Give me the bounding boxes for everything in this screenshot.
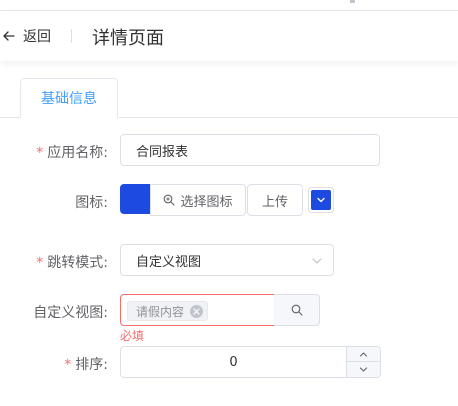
icon-preview-swatch xyxy=(120,184,150,214)
jump-mode-select[interactable]: 自定义视图 xyxy=(120,244,334,276)
chevron-up-icon xyxy=(359,351,368,357)
detail-page: 返回 详情页面 基础信息 * 应用名称: 合同报表 图标: 选择图标 上传 * … xyxy=(0,0,458,406)
sort-label: * 排序: xyxy=(64,354,108,374)
sort-label-text: 排序: xyxy=(75,357,108,373)
color-picker-button[interactable] xyxy=(308,187,334,213)
search-icon xyxy=(164,194,176,206)
chevron-down-icon xyxy=(359,367,368,372)
jump-mode-label: * 跳转模式: xyxy=(36,252,108,272)
select-icon-label: 选择图标 xyxy=(180,194,233,210)
jump-mode-value: 自定义视图 xyxy=(136,254,202,270)
page-header: 返回 详情页面 xyxy=(0,11,458,61)
required-asterisk: * xyxy=(36,145,44,161)
header-divider xyxy=(71,29,72,43)
search-icon xyxy=(291,304,303,316)
tag-close-button[interactable] xyxy=(190,304,204,318)
custom-view-search-button[interactable] xyxy=(274,294,320,326)
icon-label-text: 图标: xyxy=(75,195,108,211)
upload-button[interactable]: 上传 xyxy=(247,184,303,216)
app-name-value: 合同报表 xyxy=(136,144,189,160)
required-asterisk: * xyxy=(64,357,72,373)
tab-basic-info[interactable]: 基础信息 xyxy=(20,78,118,118)
increase-button[interactable] xyxy=(347,347,380,362)
custom-view-tag-label: 请假内容 xyxy=(136,304,185,319)
custom-view-error: 必填 xyxy=(120,329,145,343)
required-asterisk: * xyxy=(36,255,44,271)
back-label: 返回 xyxy=(23,29,51,45)
icon-label: 图标: xyxy=(75,192,108,212)
app-name-label-text: 应用名称: xyxy=(47,145,108,161)
jump-mode-label-text: 跳转模式: xyxy=(47,255,108,271)
color-picker-swatch xyxy=(311,190,331,210)
arrow-left-icon xyxy=(3,31,15,41)
chevron-down-icon xyxy=(312,258,322,264)
app-name-input[interactable]: 合同报表 xyxy=(120,134,380,166)
custom-view-label-text: 自定义视图: xyxy=(33,305,108,321)
top-edge-mark xyxy=(350,0,355,3)
sort-value: 0 xyxy=(229,354,238,370)
sort-stepper xyxy=(346,347,380,377)
upload-label: 上传 xyxy=(261,194,288,210)
select-icon-button[interactable]: 选择图标 xyxy=(150,184,246,216)
decrease-button[interactable] xyxy=(347,362,380,377)
close-icon xyxy=(193,307,200,315)
chevron-down-icon xyxy=(317,197,325,203)
custom-view-label: 自定义视图: xyxy=(33,302,108,322)
app-name-label: * 应用名称: xyxy=(36,142,108,162)
sort-number-input[interactable]: 0 xyxy=(120,346,381,378)
back-button[interactable]: 返回 xyxy=(2,27,51,45)
custom-view-tag: 请假内容 xyxy=(127,301,209,321)
page-title: 详情页面 xyxy=(92,28,164,49)
